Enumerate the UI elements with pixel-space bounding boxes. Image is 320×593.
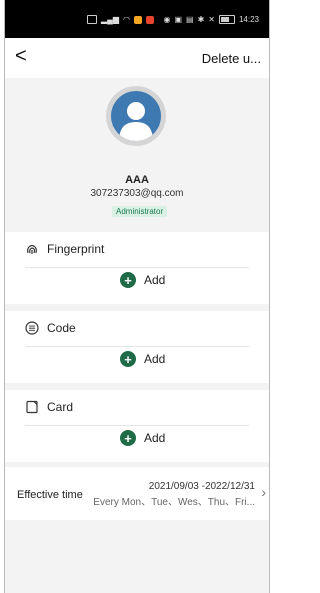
- status-right-icons: ◉ ▣ ▤ ✱ ✕ 14:23: [163, 15, 259, 24]
- card-section: Card + Add: [5, 390, 269, 462]
- fingerprint-label: Fingerprint: [47, 242, 105, 256]
- status-bar: ▂▄▆ ◠ ◉ ▣ ▤ ✱ ✕ 14:23: [5, 0, 269, 38]
- user-profile: AAA 307237303@qq.com Administrator: [5, 78, 269, 225]
- notification-icon-2: [145, 15, 154, 24]
- signal-icon: ▂▄▆: [101, 15, 119, 24]
- plus-icon: +: [120, 351, 136, 367]
- back-button[interactable]: <: [15, 46, 27, 66]
- eye-icon: ◉: [163, 15, 171, 24]
- add-code-button[interactable]: + Add: [120, 351, 165, 367]
- status-time: 14:23: [238, 15, 259, 24]
- add-fingerprint-button[interactable]: + Add: [120, 272, 165, 288]
- effective-time-row[interactable]: Effective time 2021/09/03 -2022/12/31 Ev…: [5, 467, 269, 520]
- divider: [25, 267, 249, 268]
- user-name: AAA: [125, 174, 149, 186]
- code-section: Code + Add: [5, 311, 269, 383]
- bluetooth-icon: ✱: [197, 15, 205, 24]
- card-label: Card: [47, 400, 74, 414]
- battery-icon: [218, 15, 235, 24]
- keypad-icon: [25, 321, 39, 335]
- avatar-inner: [111, 91, 161, 141]
- add-card-button[interactable]: + Add: [120, 430, 165, 446]
- code-title: Code: [25, 321, 76, 335]
- vibrate-icon: ▤: [186, 15, 194, 24]
- status-app-icon: [87, 15, 97, 24]
- fingerprint-icon: [27, 244, 37, 254]
- effective-schedule: Every Mon、Tue、Wes、Thu、Fri...: [93, 497, 255, 508]
- wifi-icon: ◠: [122, 15, 130, 24]
- effective-date-range: 2021/09/03 -2022/12/31: [148, 481, 255, 492]
- header: < Delete u...: [5, 38, 269, 78]
- fingerprint-section: Fingerprint + Add: [5, 232, 269, 304]
- divider: [25, 425, 249, 426]
- user-email: 307237303@qq.com: [90, 188, 184, 199]
- nfc-icon: ▣: [174, 15, 182, 24]
- person-icon: [119, 102, 153, 141]
- notification-icon: [133, 15, 142, 24]
- add-label: Add: [144, 273, 166, 287]
- effective-time-label: Effective time: [17, 489, 83, 501]
- role-badge: Administrator: [112, 206, 168, 217]
- fingerprint-title: Fingerprint: [25, 242, 104, 256]
- card-icon: [26, 400, 38, 414]
- card-title: Card: [25, 400, 73, 414]
- avatar: [106, 86, 166, 146]
- chevron-right-icon: ›: [261, 484, 266, 500]
- add-label: Add: [144, 352, 166, 366]
- mute-icon: ✕: [208, 15, 215, 24]
- delete-user-button[interactable]: Delete u...: [202, 51, 261, 66]
- plus-icon: +: [120, 430, 136, 446]
- status-left-icons: ▂▄▆ ◠: [87, 15, 154, 24]
- code-label: Code: [47, 321, 76, 335]
- app-frame: ▂▄▆ ◠ ◉ ▣ ▤ ✱ ✕ 14:23 < Delete u... AAA …: [4, 0, 270, 593]
- plus-icon: +: [120, 272, 136, 288]
- divider: [25, 346, 249, 347]
- add-label: Add: [144, 431, 166, 445]
